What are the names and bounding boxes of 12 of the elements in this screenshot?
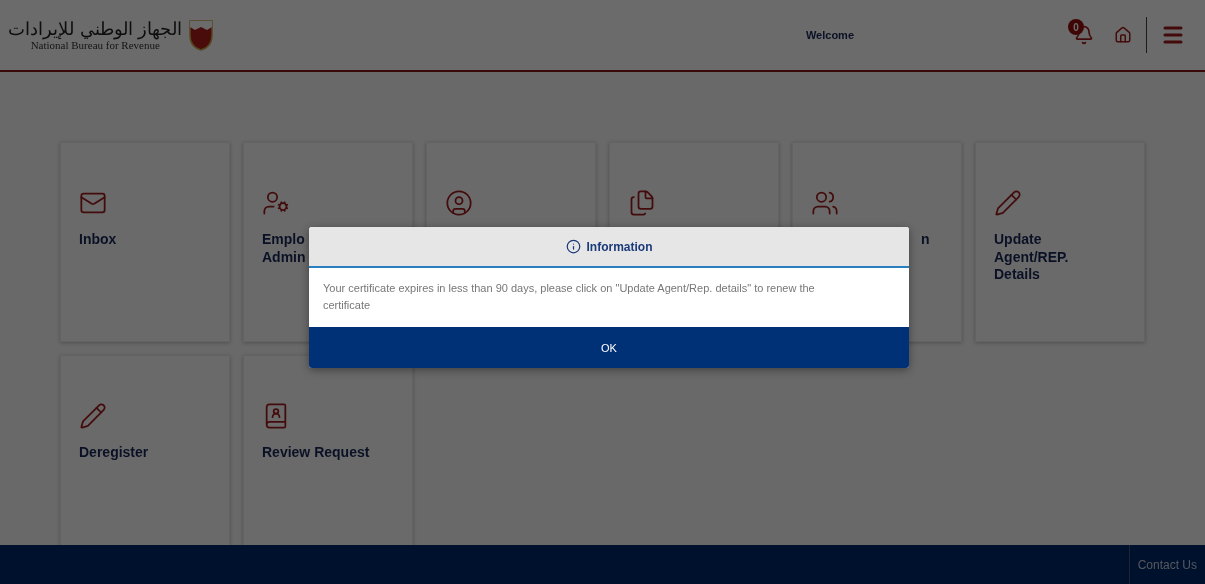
logo-arabic-text: الجهاز الوطني للإيرادات [8,19,183,39]
tile-label: Emplo Admin [262,231,307,266]
dialog-message: Your certificate expires in less than 90 days, please click on "Update Agent/Rep. details" to renew the certificate [322,281,816,314]
tile-label: Update Agent/REP. Details [994,231,1070,284]
tile-label: Inbox [79,231,118,249]
notification-badge: 0 [1068,19,1084,35]
dialog-title: Information [586,239,653,254]
welcome-text: Welcome [805,29,854,41]
tile-label: Review Request [262,444,371,462]
tile-label: n [920,231,931,249]
tile-label: Deregister [79,444,150,462]
logo-english-text: National Bureau for Revenue [30,38,160,51]
